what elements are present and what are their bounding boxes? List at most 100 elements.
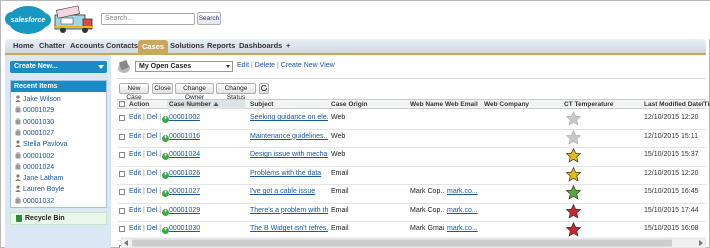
tab-dashboards[interactable]: Dashboards [239, 39, 282, 53]
last-modified: 12/10/2015 12:20 [644, 114, 699, 121]
edit-link[interactable]: Edit [129, 207, 141, 214]
case-icon [15, 117, 21, 125]
web-email-link[interactable] [447, 130, 482, 148]
subject-link[interactable]: Design issue with mecha... [250, 148, 328, 166]
row-checkbox[interactable] [119, 152, 125, 158]
col-ct-temperature[interactable]: CT Temperature [564, 100, 613, 109]
subject-link[interactable]: I've got a cable issue [250, 185, 328, 203]
subject-link[interactable]: Seeking guidance on ele... [250, 111, 328, 129]
recent-item[interactable]: Lauren Boyle [15, 185, 64, 194]
case-number-link[interactable]: 00001027 [169, 185, 200, 203]
subject-link[interactable]: There's a problem with th... [250, 204, 328, 222]
header: salesforce Search... Search [1, 1, 710, 39]
change-status-button[interactable]: Change Status [216, 83, 256, 101]
web-email-link[interactable] [447, 167, 482, 185]
sidebar: Create New... Recent Items Jake Wilson 00… [5, 55, 111, 248]
tab-home[interactable]: Home [13, 39, 34, 53]
create-new-dropdown[interactable]: Create New... [10, 61, 107, 73]
edit-link[interactable]: Edit [129, 225, 141, 232]
table-row: Edit | Del | +00001024 Design issue with m… [117, 148, 706, 167]
web-email-link[interactable]: mark.co... [447, 185, 482, 203]
col-subject[interactable]: Subject [250, 100, 273, 109]
tab-accounts[interactable]: Accounts [70, 39, 104, 53]
delete-link[interactable]: Del [147, 207, 158, 214]
delete-link[interactable]: Del [147, 170, 158, 177]
case-icon [15, 129, 21, 136]
change-owner-button[interactable]: Change Owner [175, 83, 214, 101]
delete-link[interactable]: Del [147, 188, 158, 195]
new-case-button[interactable]: New Case [119, 83, 149, 101]
row-checkbox[interactable] [119, 207, 125, 214]
col-action: Action [129, 101, 150, 108]
scroll-thumb[interactable] [132, 239, 672, 247]
tab-chatter[interactable]: Chatter [39, 39, 65, 53]
web-name [410, 130, 444, 148]
close-button[interactable]: Close [152, 83, 173, 94]
refresh-button[interactable] [259, 83, 269, 94]
case-number-link[interactable]: 00001024 [169, 148, 200, 166]
col-web-name[interactable]: Web Name [410, 100, 443, 109]
create-new-view-link[interactable]: Create New View [281, 62, 335, 69]
row-checkbox[interactable] [119, 189, 125, 195]
case-number-link[interactable]: 00001026 [169, 167, 200, 185]
recent-item[interactable]: 00001029 [15, 106, 54, 115]
col-web-email[interactable]: Web Email [445, 100, 478, 109]
delete-view-link[interactable]: Delete [255, 62, 275, 69]
salesforce-logo[interactable]: salesforce [5, 6, 51, 34]
select-all-checkbox[interactable] [119, 101, 125, 107]
edit-link[interactable]: Edit [129, 114, 141, 121]
last-modified: 12/10/2015 12:20 [644, 169, 699, 177]
tab-cases[interactable]: Cases [138, 40, 169, 53]
col-web-company[interactable]: Web Company [484, 100, 529, 109]
contact-icon [15, 174, 21, 182]
web-email-link[interactable] [447, 111, 482, 129]
recent-item[interactable]: Jane Latham [15, 174, 63, 183]
col-last-modified[interactable]: Last Modified Date/Time [644, 100, 710, 109]
horizontal-scrollbar[interactable] [121, 237, 706, 248]
delete-link[interactable]: Del [147, 225, 158, 232]
search-input[interactable]: Search... [101, 13, 195, 25]
row-checkbox[interactable] [119, 226, 125, 232]
recent-item[interactable]: 00001030 [15, 117, 54, 127]
web-email-link[interactable]: mark.co... [447, 204, 482, 222]
edit-link[interactable]: Edit [129, 170, 141, 177]
refresh-icon [261, 84, 267, 91]
table-row: Edit | Del | +00001027 I've got a cable is… [117, 185, 706, 204]
col-case-origin[interactable]: Case Origin [331, 100, 367, 109]
view-select[interactable]: My Open Cases [135, 61, 233, 72]
case-number-link[interactable]: 00001002 [169, 111, 200, 129]
case-number-link[interactable]: 00001029 [169, 204, 200, 222]
web-email-link[interactable] [447, 148, 482, 166]
case-icon [15, 162, 21, 170]
tab-solutions[interactable]: Solutions [170, 39, 204, 53]
search-button[interactable]: Search [197, 12, 221, 25]
delete-link[interactable]: Del [147, 114, 158, 121]
recent-item[interactable]: 00001024 [15, 162, 54, 172]
row-checkbox[interactable] [119, 133, 125, 140]
recent-item[interactable]: 00001027 [15, 129, 54, 138]
case-icon [15, 151, 21, 158]
row-checkbox[interactable] [119, 170, 125, 177]
recycle-bin-link[interactable]: Recycle Bin [10, 212, 107, 225]
delete-link[interactable]: Del [147, 151, 158, 158]
edit-link[interactable]: Edit [129, 188, 141, 195]
tab-contacts[interactable]: Contacts [106, 39, 138, 53]
recent-item[interactable]: Stella Pavlova [15, 140, 67, 149]
edit-link[interactable]: Edit [129, 151, 141, 158]
subject-link[interactable]: Problems with the data [250, 167, 328, 185]
recent-item[interactable]: 00001032 [15, 196, 54, 206]
recent-item[interactable]: 00001002 [15, 151, 54, 161]
edit-link[interactable]: Edit [129, 133, 141, 140]
recent-item[interactable]: Jake Wilson [15, 95, 61, 104]
case-number-link[interactable]: 00001016 [169, 130, 200, 148]
delete-link[interactable]: Del [147, 133, 158, 140]
chevron-down-icon [98, 65, 104, 69]
edit-view-link[interactable]: Edit [237, 62, 249, 69]
col-case-number[interactable]: Case Number [167, 100, 245, 109]
tab-add[interactable]: + [286, 39, 290, 53]
subject-link[interactable]: Maintenance guidelines... [250, 130, 328, 148]
row-actions: Edit | Del |+ [129, 111, 170, 129]
contact-icon [15, 140, 21, 148]
row-checkbox[interactable] [119, 115, 125, 121]
tab-reports[interactable]: Reports [207, 39, 235, 53]
